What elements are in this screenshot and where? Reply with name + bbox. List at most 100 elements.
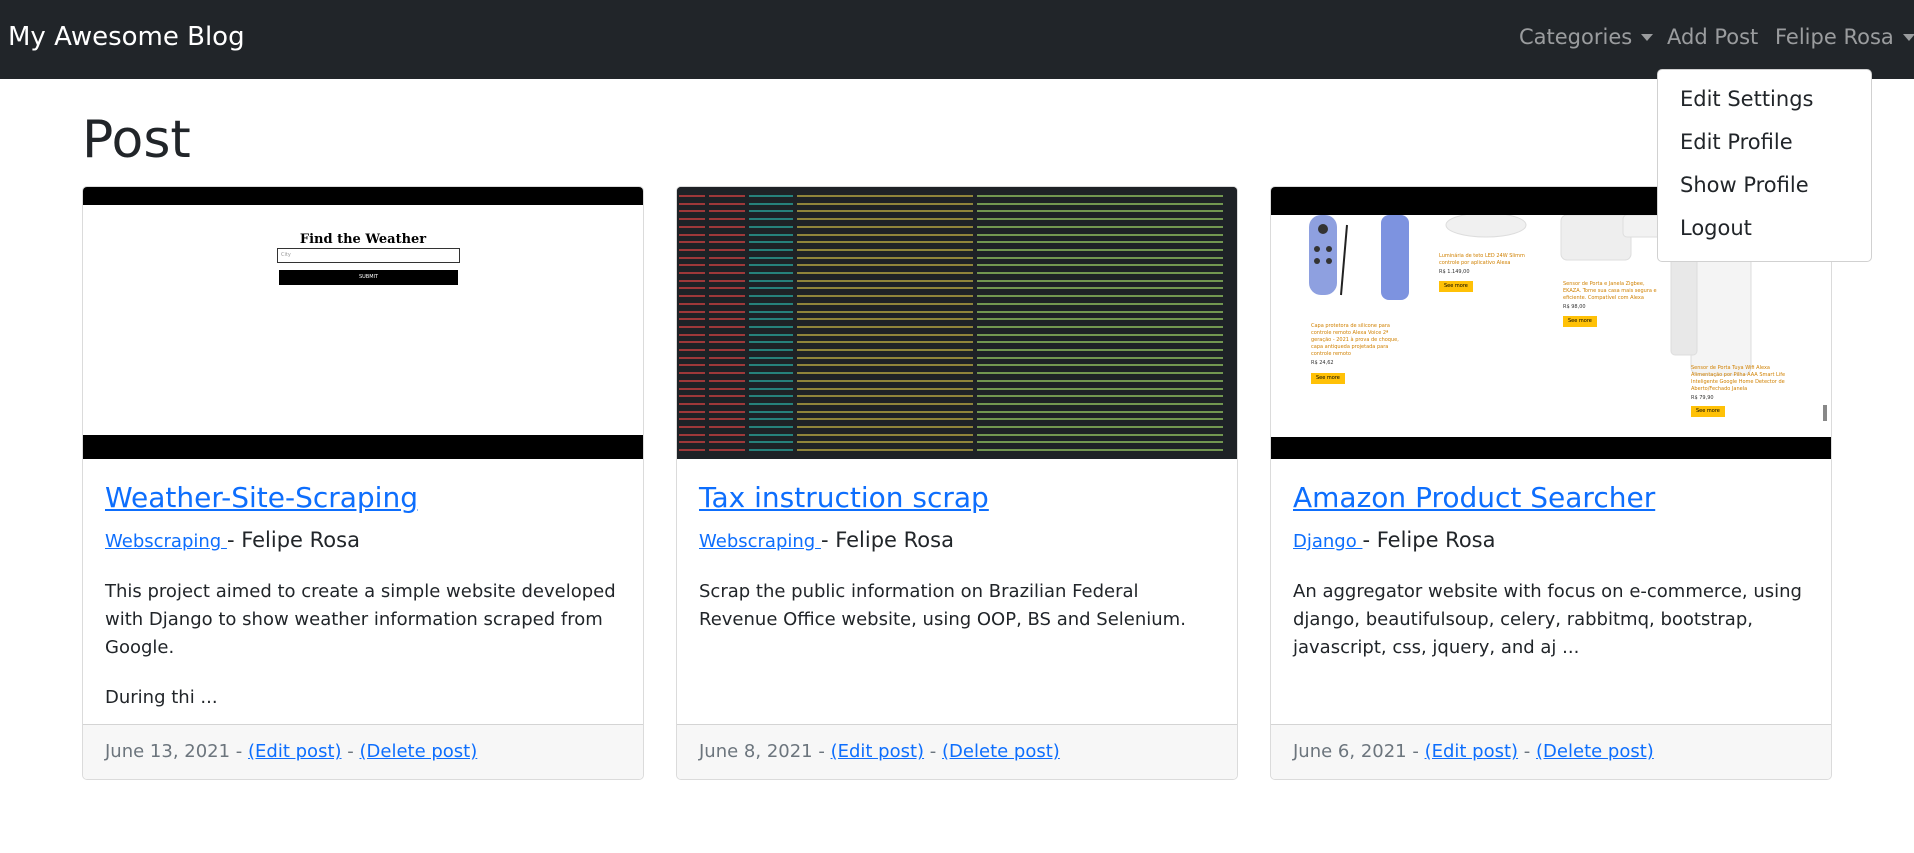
terminal-segment: [679, 372, 705, 375]
terminal-segment: [749, 402, 793, 405]
terminal-segment: [709, 433, 745, 436]
edit-post-link[interactable]: (Edit post): [248, 741, 342, 762]
terminal-segment: [679, 325, 705, 328]
terminal-segment: [709, 195, 745, 197]
delete-post-link[interactable]: (Delete post): [1536, 741, 1654, 762]
terminal-segment: [679, 279, 705, 282]
terminal-segment: [679, 264, 705, 267]
edit-post-link[interactable]: (Edit post): [831, 741, 925, 762]
terminal-line: [679, 270, 1235, 276]
terminal-line: [679, 247, 1235, 253]
add-post-link[interactable]: Add Post: [1667, 25, 1758, 49]
terminal-segment: [679, 272, 705, 274]
post-footer: June 13, 2021 - (Edit post) - (Delete po…: [83, 724, 643, 779]
separator: -: [230, 741, 249, 762]
terminal-segment: [797, 302, 973, 305]
terminal-segment: [679, 356, 705, 359]
terminal-line: [679, 208, 1235, 214]
terminal-segment: [749, 264, 793, 267]
terminal-line: [679, 370, 1235, 376]
terminal-segment: [977, 418, 1223, 421]
terminal-segment: [679, 426, 705, 428]
terminal-segment: [749, 341, 793, 344]
terminal-segment: [977, 402, 1223, 405]
terminal-line: [679, 378, 1235, 384]
post-footer: June 8, 2021 - (Edit post) - (Delete pos…: [677, 724, 1237, 779]
categories-label: Categories: [1519, 25, 1633, 49]
terminal-segment: [709, 310, 745, 313]
terminal-segment: [797, 318, 973, 321]
terminal-segment: [679, 449, 705, 452]
edit-post-link[interactable]: (Edit post): [1425, 741, 1519, 762]
dropdown-item-show-profile[interactable]: Show Profile: [1658, 170, 1871, 213]
terminal-line: [679, 309, 1235, 315]
delete-post-link[interactable]: (Delete post): [359, 741, 477, 762]
terminal-segment: [679, 256, 705, 259]
terminal-line: [679, 301, 1235, 307]
terminal-segment: [709, 279, 745, 282]
user-dropdown-toggle[interactable]: Felipe Rosa: [1775, 25, 1914, 49]
see-more-button: See more: [1691, 406, 1725, 417]
terminal-segment: [709, 264, 745, 267]
dropdown-item-edit-profile[interactable]: Edit Profile: [1658, 127, 1871, 170]
post-thumbnail[interactable]: Find the Weather City SUBMIT: [83, 187, 643, 459]
post-category-link[interactable]: Webscraping: [105, 531, 227, 552]
terminal-line: [679, 216, 1235, 222]
separator: -: [924, 741, 943, 762]
terminal-line: [679, 355, 1235, 361]
terminal-segment: [749, 410, 793, 413]
terminal-segment: [749, 310, 793, 313]
caret-down-icon: [1641, 34, 1654, 41]
terminal-line: [679, 285, 1235, 291]
product-price: R$ 24,62: [1311, 360, 1334, 366]
post-meta: Webscraping - Felipe Rosa: [105, 528, 360, 552]
terminal-segment: [709, 402, 745, 405]
terminal-line: [679, 324, 1235, 330]
terminal-segment: [749, 218, 793, 221]
terminal-segment: [977, 210, 1223, 213]
post-footer: June 6, 2021 - (Edit post) - (Delete pos…: [1271, 724, 1831, 779]
terminal-line: [679, 424, 1235, 430]
terminal-segment: [797, 325, 973, 328]
terminal-line: [679, 239, 1235, 245]
post-thumbnail[interactable]: [677, 187, 1237, 459]
terminal-segment: [709, 210, 745, 213]
terminal-line: [679, 439, 1235, 445]
terminal-segment: [977, 318, 1223, 321]
terminal-segment: [709, 349, 745, 351]
terminal-segment: [797, 279, 973, 282]
terminal-segment: [679, 195, 705, 197]
terminal-segment: [749, 225, 793, 228]
terminal-segment: [709, 387, 745, 390]
dropdown-item-edit-settings[interactable]: Edit Settings: [1658, 84, 1871, 127]
post-author: - Felipe Rosa: [1362, 528, 1496, 552]
dropdown-item-logout[interactable]: Logout: [1658, 213, 1871, 256]
terminal-segment: [797, 225, 973, 228]
separator: -: [812, 741, 831, 762]
terminal-line: [679, 224, 1235, 230]
navbar: My Awesome Blog Categories Add Post Feli…: [0, 0, 1914, 79]
terminal-segment: [797, 256, 973, 259]
post-title-link[interactable]: Weather-Site-Scraping: [105, 481, 418, 514]
delete-post-link[interactable]: (Delete post): [942, 741, 1060, 762]
post-author: - Felipe Rosa: [820, 528, 954, 552]
terminal-segment: [679, 218, 705, 221]
terminal-segment: [797, 241, 973, 244]
terminal-segment: [749, 395, 793, 398]
terminal-segment: [709, 449, 745, 452]
caret-down-icon: [1902, 34, 1914, 41]
terminal-line: [679, 332, 1235, 338]
terminal-line: [679, 432, 1235, 438]
post-date: June 13, 2021: [105, 741, 231, 762]
categories-dropdown-toggle[interactable]: Categories: [1519, 25, 1654, 49]
post-category-link[interactable]: Django: [1293, 531, 1362, 552]
terminal-segment: [797, 364, 973, 367]
post-category-link[interactable]: Webscraping: [699, 531, 821, 552]
terminal-segment: [679, 302, 705, 305]
post-title-link[interactable]: Amazon Product Searcher: [1293, 481, 1655, 514]
terminal-segment: [749, 426, 793, 428]
post-title-link[interactable]: Tax instruction scrap: [699, 481, 989, 514]
page-title: Post: [82, 110, 191, 170]
brand-link[interactable]: My Awesome Blog: [8, 22, 245, 52]
terminal-segment: [749, 195, 793, 197]
